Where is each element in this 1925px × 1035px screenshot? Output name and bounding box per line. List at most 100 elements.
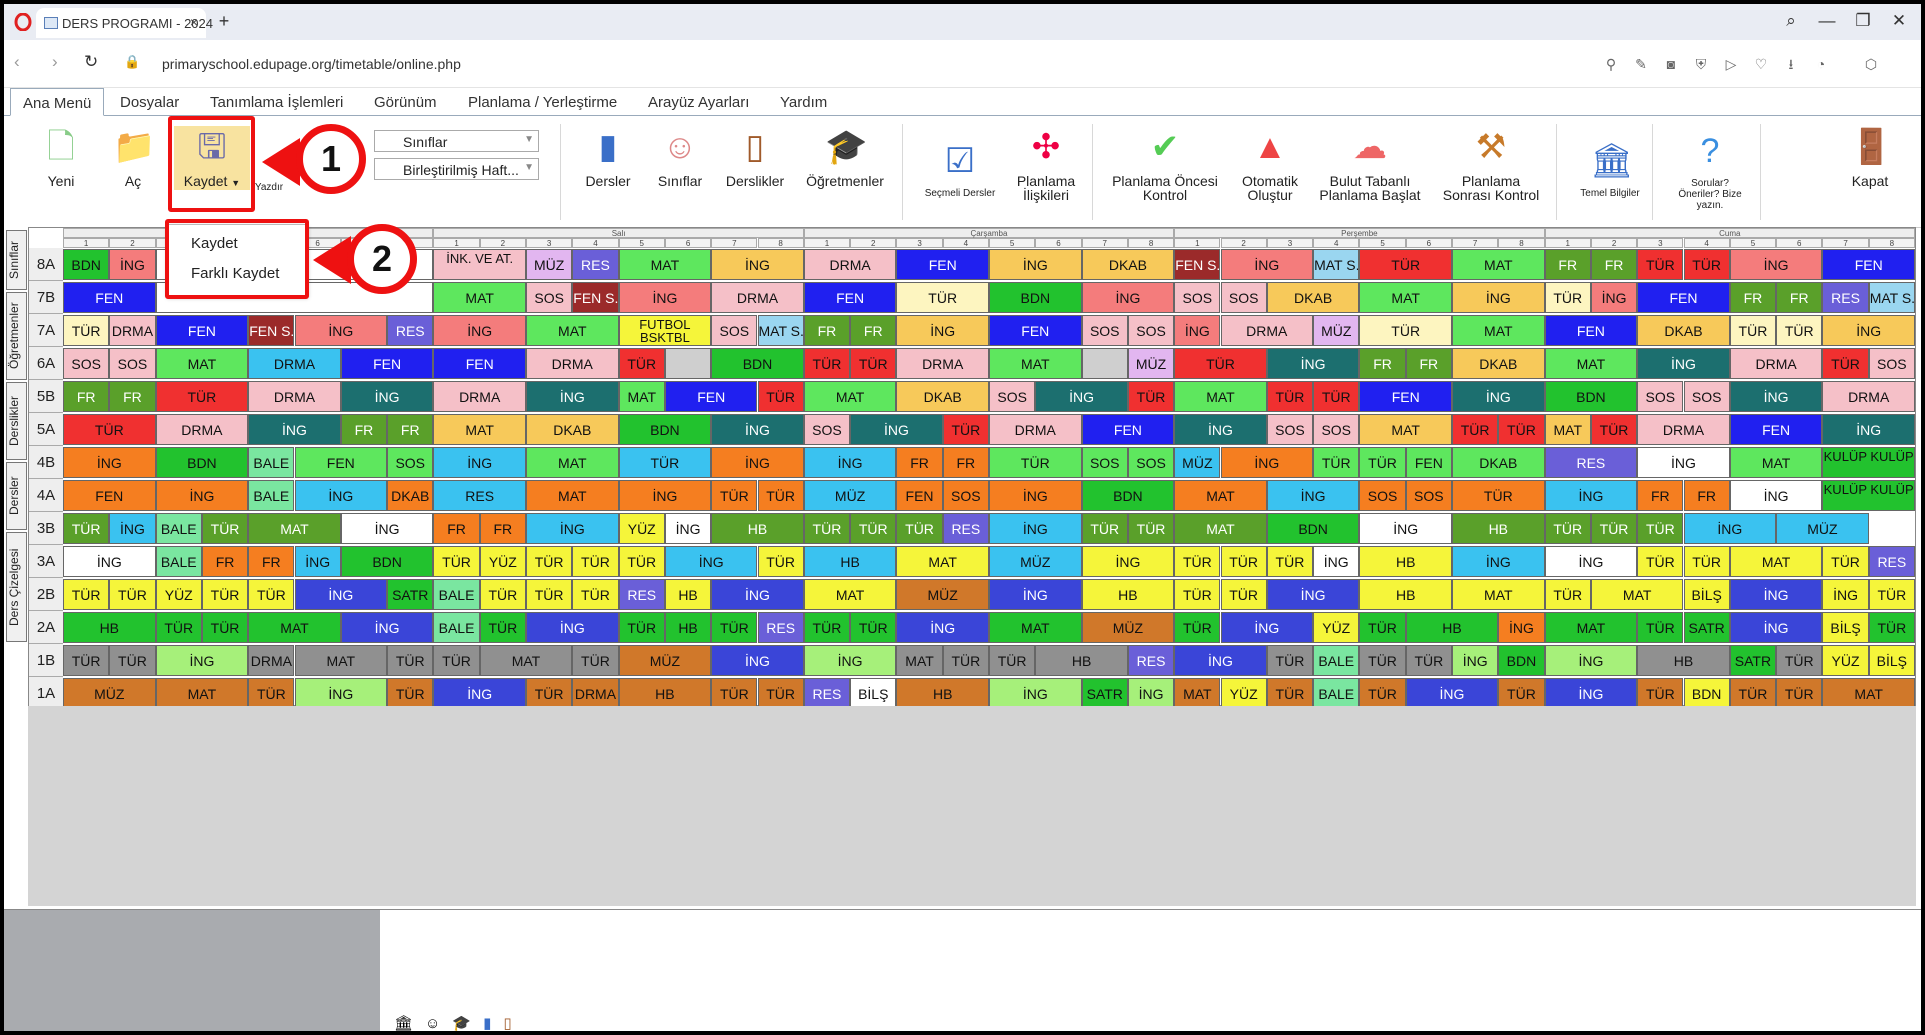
lesson-card[interactable]: DRMA — [1729, 348, 1823, 379]
lesson-card[interactable]: RES — [433, 480, 526, 511]
graduation-cap-icon[interactable]: 🎓 — [452, 1015, 471, 1031]
lesson-card[interactable]: TÜR — [387, 678, 434, 709]
lesson-card[interactable]: DRMA — [248, 381, 341, 412]
lesson-card[interactable]: RES — [757, 612, 804, 643]
lesson-card[interactable]: MAT — [1452, 315, 1545, 346]
lesson-card[interactable]: TÜR — [109, 645, 156, 676]
lesson-card[interactable]: BİLŞ — [1822, 612, 1869, 643]
lesson-card[interactable]: TÜR — [1637, 513, 1684, 544]
lesson-card[interactable]: TÜR — [248, 579, 295, 610]
url-field[interactable]: primaryschool.edupage.org/timetable/onli… — [118, 48, 1593, 80]
back-icon[interactable]: ‹ — [14, 52, 20, 72]
lesson-card[interactable]: SOS — [1359, 480, 1406, 511]
side-tab-ders-cizelgesi[interactable]: Ders Çizelgesi — [6, 532, 27, 642]
lesson-card[interactable]: İNG — [1729, 579, 1823, 610]
bank-icon[interactable]: 🏛 — [394, 1015, 413, 1031]
classes-button[interactable]: ☺ Sınıflar — [650, 126, 710, 188]
lesson-card[interactable]: FEN — [896, 249, 989, 280]
lesson-card[interactable]: YÜZ — [1313, 612, 1360, 643]
lesson-card[interactable]: İNG — [1544, 480, 1638, 511]
lesson-card[interactable]: İNG — [294, 315, 388, 346]
lesson-card[interactable]: BDN — [1683, 678, 1730, 709]
lesson-card[interactable]: MAT — [1590, 579, 1684, 610]
lesson-card[interactable]: MAT — [803, 579, 897, 610]
lesson-card[interactable]: SOS — [1127, 447, 1175, 478]
class-row-label[interactable]: 7B — [29, 281, 63, 314]
lesson-card[interactable]: İNG — [1822, 414, 1915, 445]
lesson-card[interactable]: BALE — [1313, 645, 1360, 676]
lesson-card[interactable]: TÜR — [1359, 249, 1452, 280]
class-row-label[interactable]: 6A — [29, 347, 63, 380]
lesson-card[interactable]: TÜR — [618, 612, 665, 643]
lesson-card[interactable]: İNG — [109, 249, 156, 280]
lesson-card[interactable]: MAT — [989, 348, 1082, 379]
lesson-card[interactable]: TÜR — [433, 546, 480, 577]
lesson-card[interactable]: İNG — [340, 381, 434, 412]
lesson-card[interactable]: KULÜP KULÜP — [1822, 480, 1915, 511]
lesson-card[interactable]: BİLŞ — [850, 678, 897, 709]
lesson-card[interactable]: RES — [1822, 282, 1869, 313]
lesson-card[interactable]: MÜZ — [1313, 315, 1360, 346]
lesson-card[interactable]: MAT — [433, 414, 526, 445]
lesson-card[interactable]: TÜR — [1452, 480, 1545, 511]
reload-icon[interactable]: ↻ — [84, 52, 98, 72]
lesson-card[interactable]: BDN — [1498, 645, 1545, 676]
lesson-card[interactable]: MAT — [248, 513, 341, 544]
lesson-card[interactable]: FEN — [1822, 249, 1915, 280]
lesson-card[interactable]: DRMA — [1822, 381, 1915, 412]
lesson-card[interactable]: İNG — [294, 579, 388, 610]
menu-dosyalar[interactable]: Dosyalar — [120, 88, 179, 116]
menu-planlama[interactable]: Planlama / Yerleştirme — [468, 88, 617, 116]
lesson-card[interactable]: TÜR — [1729, 315, 1777, 346]
door-icon[interactable]: ▯ — [503, 1015, 511, 1031]
lesson-card[interactable]: SOS — [63, 348, 110, 379]
menu-yardim[interactable]: Yardım — [780, 88, 827, 116]
lesson-card[interactable]: FR — [850, 315, 897, 346]
lesson-card[interactable]: FR — [340, 414, 388, 445]
lesson-card[interactable]: İNG — [248, 414, 341, 445]
lesson-card[interactable]: TÜR — [711, 480, 758, 511]
lesson-card[interactable]: RES — [618, 579, 665, 610]
profile-icon[interactable]: ◔ — [1810, 53, 1832, 75]
lesson-card[interactable]: TÜR — [1822, 348, 1869, 379]
lesson-card[interactable]: RES — [1868, 546, 1915, 577]
lesson-card[interactable]: DRMA — [1637, 414, 1730, 445]
lesson-card[interactable]: HB — [803, 546, 897, 577]
auto-generate-button[interactable]: ▲ Otomatik Oluştur — [1230, 126, 1310, 202]
lesson-card[interactable]: HB — [664, 579, 712, 610]
lesson-card[interactable]: TÜR — [526, 579, 573, 610]
merge-select[interactable]: Birleştirilmiş Haft... ▼ — [374, 158, 539, 180]
class-row-label[interactable]: 8A — [29, 248, 63, 281]
lesson-card[interactable]: TÜR — [1081, 513, 1128, 544]
lesson-card[interactable]: KULÜP KULÜP — [1822, 447, 1915, 478]
lesson-card[interactable]: MÜZ — [618, 645, 712, 676]
lesson-card[interactable] — [664, 348, 712, 379]
lesson-card[interactable]: MÜZ — [1127, 348, 1175, 379]
lesson-card[interactable]: İNG — [109, 513, 156, 544]
lesson-card[interactable]: HB — [711, 513, 804, 544]
lesson-card[interactable]: İNG — [1822, 579, 1869, 610]
lesson-card[interactable]: BDN — [618, 414, 712, 445]
lesson-card[interactable]: İNG — [1220, 447, 1314, 478]
lesson-card[interactable]: TÜR — [1498, 414, 1545, 445]
lesson-card[interactable]: TÜR — [711, 678, 758, 709]
lesson-card[interactable]: MAT — [1822, 678, 1915, 709]
lesson-card[interactable]: SATR — [1683, 612, 1730, 643]
lesson-card[interactable]: MAT — [1359, 414, 1452, 445]
class-row-label[interactable]: 2B — [29, 578, 63, 611]
close-tab-icon[interactable]: × — [190, 14, 198, 30]
lesson-card[interactable]: TÜR — [618, 447, 712, 478]
lesson-card[interactable]: SOS — [1266, 414, 1314, 445]
lesson-card[interactable]: FR — [387, 414, 434, 445]
menu-tanimlama[interactable]: Tanımlama İşlemleri — [210, 88, 343, 116]
lesson-card[interactable]: DKAB — [1452, 447, 1545, 478]
lesson-card[interactable]: TÜR — [1127, 381, 1175, 412]
lesson-card[interactable]: SOS — [942, 480, 989, 511]
lesson-card[interactable]: BDN — [63, 249, 110, 280]
lesson-card[interactable]: TÜR — [1637, 249, 1684, 280]
lesson-card[interactable]: İNG — [294, 546, 341, 577]
lesson-card[interactable]: İNG — [1590, 282, 1638, 313]
lesson-card[interactable]: DKAB — [896, 381, 989, 412]
lesson-card[interactable]: MAT — [1544, 414, 1591, 445]
lesson-card[interactable]: SOS — [1174, 282, 1221, 313]
